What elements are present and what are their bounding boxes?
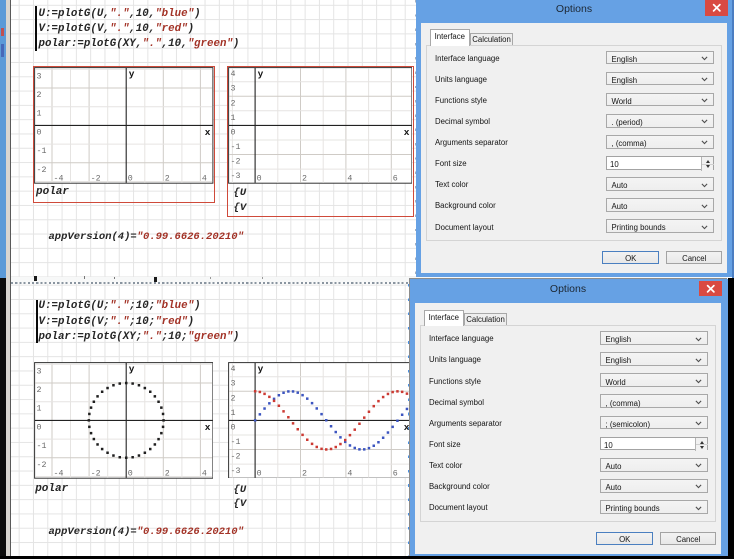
svg-text:4: 4 (230, 365, 235, 374)
svg-text:-2: -2 (230, 158, 240, 167)
svg-text:-4: -4 (54, 175, 64, 184)
svg-text:2: 2 (230, 394, 235, 403)
svg-text:-3: -3 (230, 172, 240, 181)
svg-text:0: 0 (127, 469, 132, 478)
svg-text:y: y (129, 69, 135, 80)
svg-text:y: y (257, 69, 263, 80)
svg-text:3: 3 (230, 85, 235, 94)
svg-text:3: 3 (36, 367, 41, 376)
svg-text:-2: -2 (37, 166, 47, 175)
svg-text:4: 4 (202, 175, 207, 184)
svg-text:2: 2 (37, 91, 42, 100)
svg-text:0: 0 (230, 129, 235, 138)
svg-text:1: 1 (230, 408, 235, 417)
svg-text:0: 0 (256, 469, 261, 478)
svg-text:6: 6 (392, 469, 397, 478)
svg-text:y: y (257, 363, 263, 374)
svg-text:4: 4 (201, 469, 206, 478)
svg-text:0: 0 (36, 423, 41, 432)
svg-text:0: 0 (128, 175, 133, 184)
svg-text:4: 4 (230, 71, 235, 80)
svg-text:0: 0 (230, 423, 235, 432)
svg-text:-2: -2 (230, 452, 240, 461)
svg-text:2: 2 (302, 175, 307, 184)
svg-text:3: 3 (230, 379, 235, 388)
svg-text:-1: -1 (230, 143, 240, 152)
svg-text:y: y (128, 363, 134, 374)
svg-text:-2: -2 (90, 469, 100, 478)
svg-text:x: x (403, 127, 409, 138)
svg-text:4: 4 (347, 469, 352, 478)
svg-text:0: 0 (256, 175, 261, 184)
svg-text:x: x (204, 422, 210, 433)
svg-text:x: x (205, 127, 211, 138)
svg-text:-1: -1 (36, 442, 46, 451)
svg-text:6: 6 (392, 175, 397, 184)
svg-text:-2: -2 (91, 175, 101, 184)
svg-text:1: 1 (36, 404, 41, 413)
svg-text:2: 2 (302, 469, 307, 478)
svg-text:3: 3 (37, 73, 42, 82)
svg-text:-3: -3 (230, 467, 240, 476)
svg-text:4: 4 (347, 175, 352, 184)
svg-text:0: 0 (37, 129, 42, 138)
svg-text:2: 2 (164, 469, 169, 478)
svg-text:1: 1 (230, 114, 235, 123)
svg-text:2: 2 (165, 175, 170, 184)
svg-text:2: 2 (230, 100, 235, 109)
svg-text:1: 1 (37, 110, 42, 119)
svg-text:-2: -2 (36, 461, 46, 470)
svg-text:-1: -1 (230, 437, 240, 446)
svg-text:-4: -4 (53, 469, 63, 478)
svg-text:2: 2 (36, 386, 41, 395)
svg-text:-1: -1 (37, 147, 47, 156)
